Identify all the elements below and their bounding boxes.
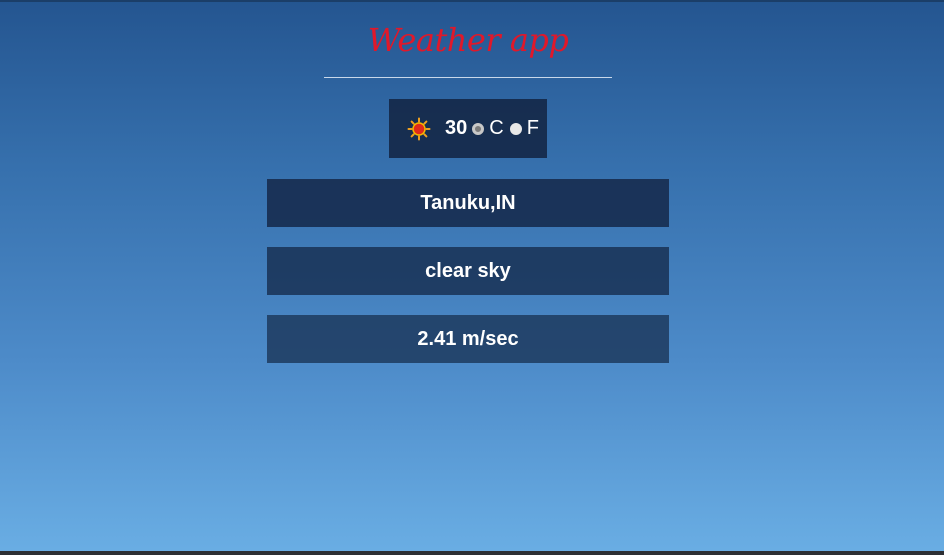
description-panel: clear sky <box>267 247 669 295</box>
temperature-panel: 30 C F <box>389 99 547 158</box>
top-border <box>0 0 944 2</box>
location-text: Tanuku,IN <box>420 191 516 214</box>
bottom-border <box>0 551 944 555</box>
fahrenheit-label: F <box>526 117 539 139</box>
fahrenheit-radio[interactable] <box>509 122 522 135</box>
temperature-value: 30 <box>445 117 468 139</box>
page-title: Weather app <box>367 21 569 59</box>
celsius-radio[interactable] <box>472 122 485 135</box>
location-panel: Tanuku,IN <box>267 179 669 227</box>
sun-icon <box>407 117 431 141</box>
wind-panel: 2.41 m/sec <box>267 315 669 363</box>
wind-speed-text: 2.41 m/sec <box>417 327 519 350</box>
weather-description-text: clear sky <box>425 259 511 282</box>
celsius-label: C <box>489 117 504 139</box>
title-divider <box>324 77 612 78</box>
